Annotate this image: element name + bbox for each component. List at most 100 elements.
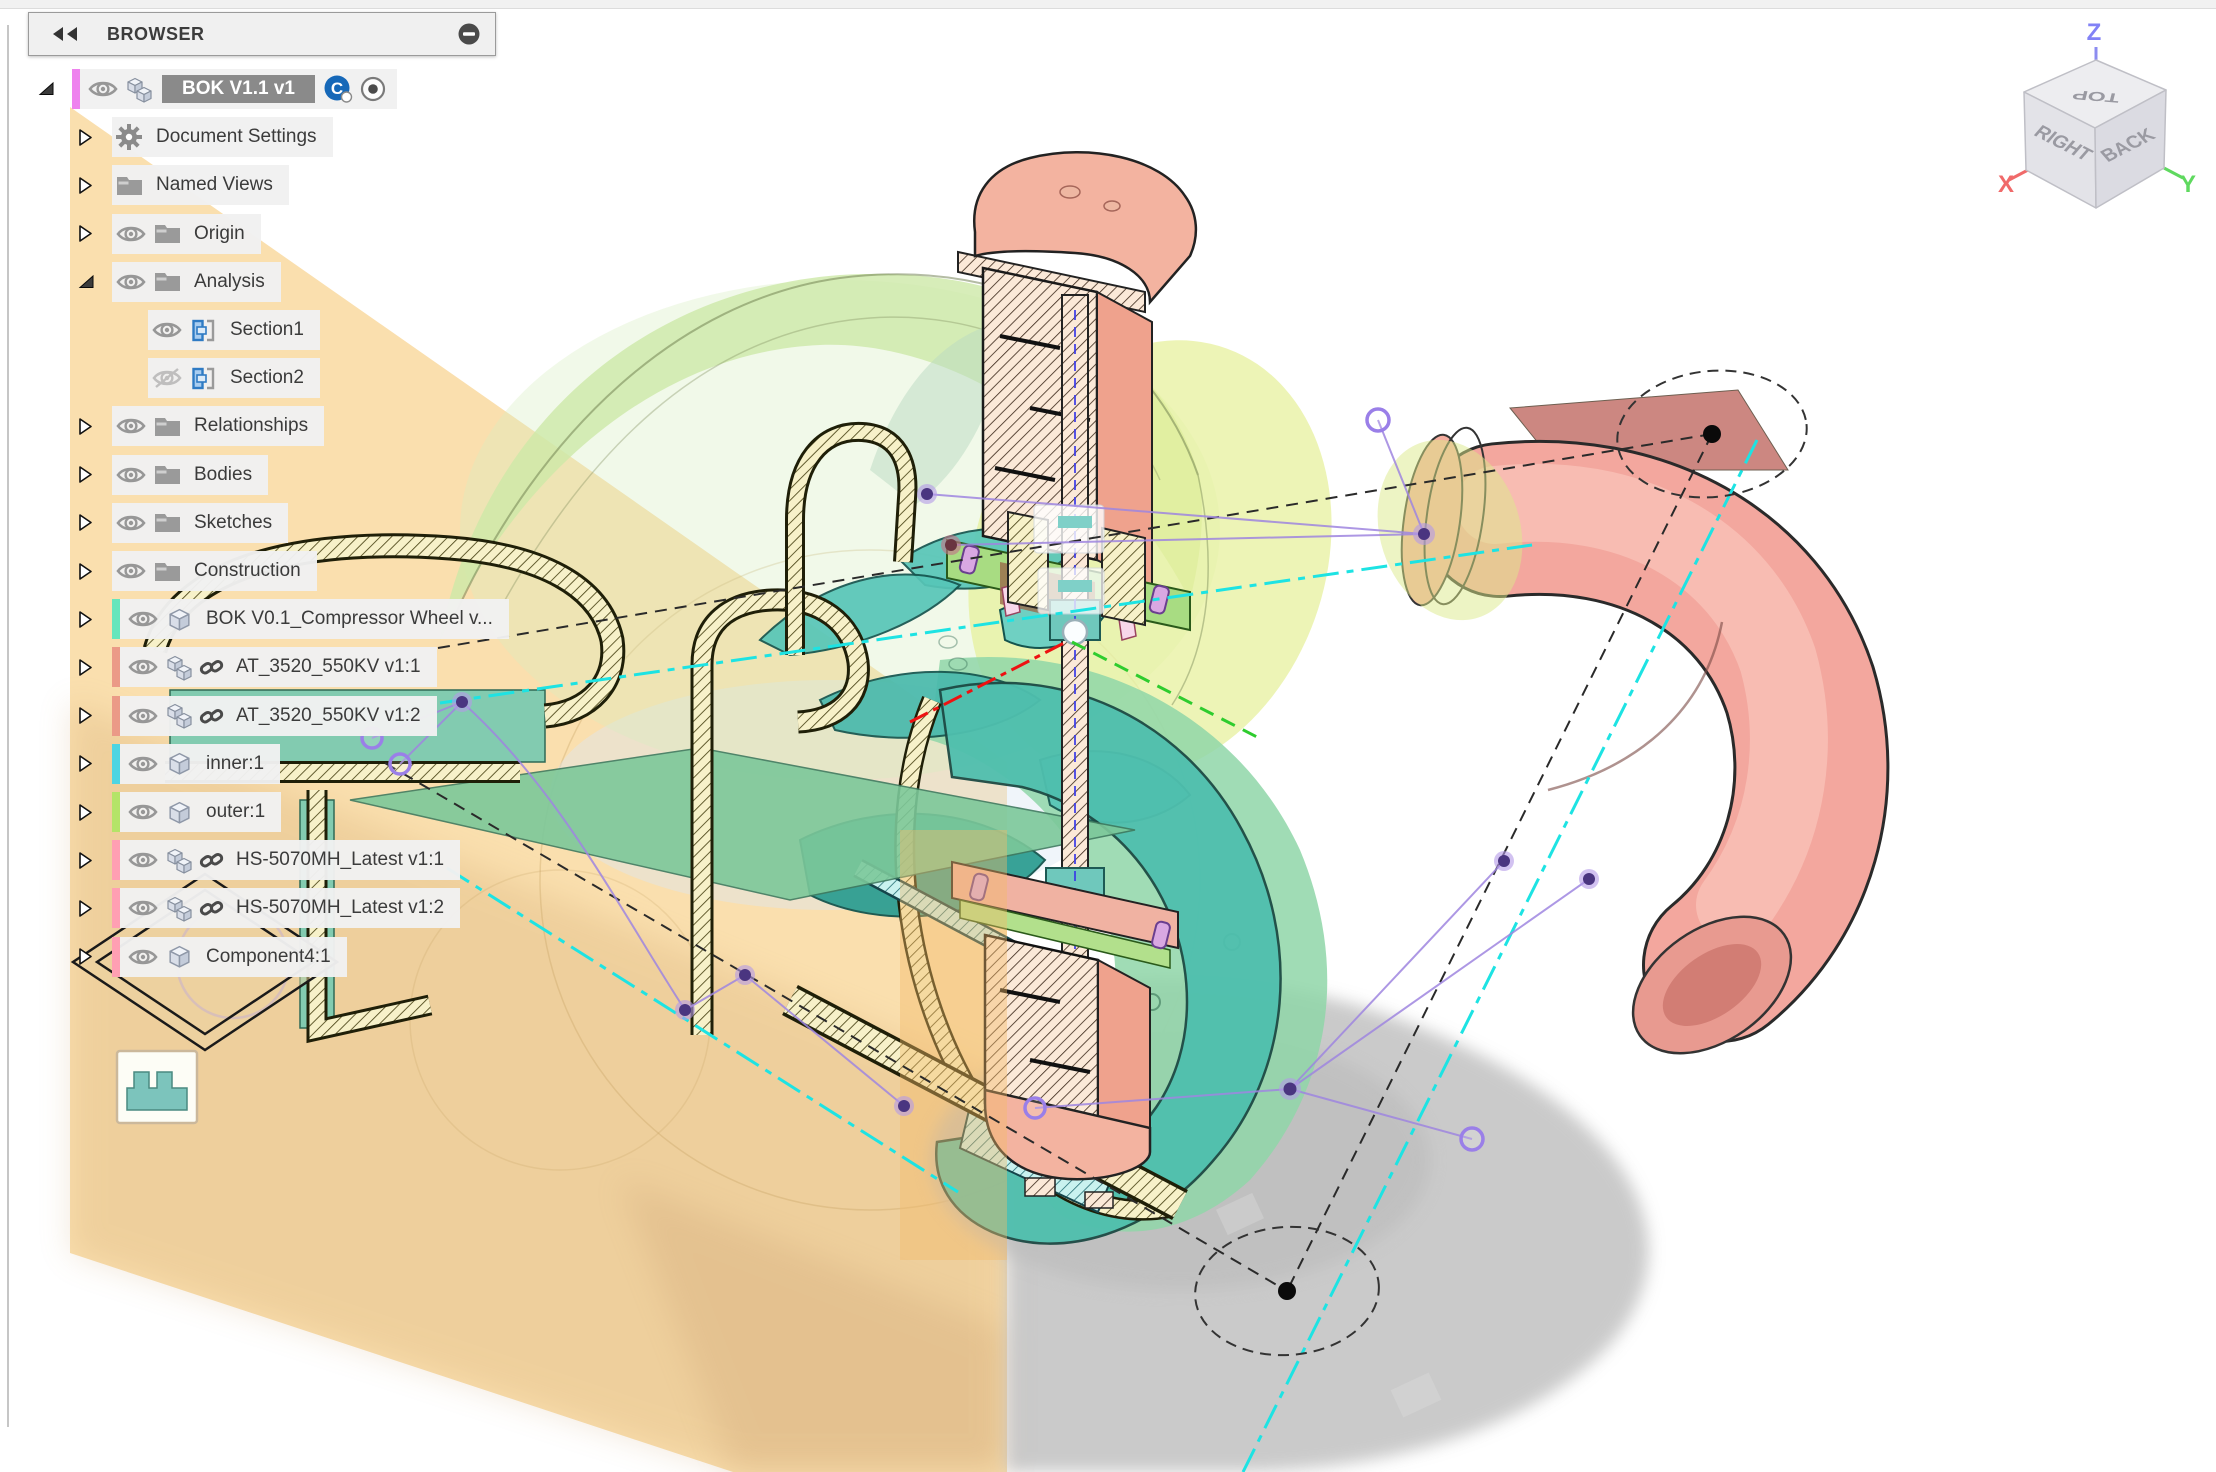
tree-item-label: Construction: [184, 560, 317, 582]
root-node-label[interactable]: BOK V1.1 v1: [162, 75, 315, 103]
visibility-icon[interactable]: [112, 271, 150, 293]
visibility-icon[interactable]: [124, 801, 162, 823]
visibility-icon[interactable]: [124, 897, 162, 919]
expand-node-icon[interactable]: [78, 947, 112, 966]
expand-node-icon[interactable]: [78, 658, 112, 677]
tree-row-at-3520-550kv-v1-1[interactable]: AT_3520_550KV v1:1: [0, 647, 437, 687]
expand-node-icon[interactable]: [78, 899, 112, 918]
link-icon: [196, 655, 226, 679]
tree-row-bg[interactable]: outer:1: [112, 792, 281, 832]
tree-row-bg[interactable]: Analysis: [112, 262, 281, 302]
control-point-open: [1367, 409, 1389, 431]
tree-row-bg[interactable]: Bodies: [112, 455, 268, 495]
expand-node-icon[interactable]: [78, 803, 112, 822]
tree-row-bg[interactable]: Origin: [112, 214, 261, 254]
tree-row-bok-v1-1-v1[interactable]: BOK V1.1 v1 C: [0, 69, 397, 109]
tree-row-bg[interactable]: Sketches: [112, 503, 288, 543]
component-color-bar: [112, 792, 120, 832]
tree-row-bok-v0-1-compressor-wheel-v[interactable]: BOK V0.1_Compressor Wheel v...: [0, 599, 509, 639]
expand-node-icon[interactable]: [78, 465, 112, 484]
tree-row-hs-5070mh-latest-v1-1[interactable]: HS-5070MH_Latest v1:1: [0, 840, 460, 880]
visibility-icon[interactable]: [124, 849, 162, 871]
expand-node-icon[interactable]: [78, 610, 112, 629]
visibility-icon[interactable]: [124, 705, 162, 727]
tree-row-origin[interactable]: Origin: [0, 214, 261, 254]
tree-row-section1[interactable]: Section1: [0, 310, 320, 350]
tree-row-bg[interactable]: Section2: [148, 358, 320, 398]
circle-center-point: [1278, 1282, 1296, 1300]
tree-item-label: HS-5070MH_Latest v1:1: [226, 849, 460, 871]
folder-icon: [150, 416, 184, 437]
collapse-node-icon[interactable]: [78, 274, 112, 290]
tree-row-bg[interactable]: Construction: [112, 551, 317, 591]
tree-row-construction[interactable]: Construction: [0, 551, 317, 591]
exhaust-pipe[interactable]: [1355, 390, 1816, 1081]
visibility-icon[interactable]: [124, 608, 162, 630]
tree-item-label: Named Views: [146, 174, 289, 196]
visibility-off-icon[interactable]: [148, 367, 186, 389]
tree-row-bodies[interactable]: Bodies: [0, 455, 268, 495]
control-point-filled: [941, 535, 961, 555]
expand-node-icon[interactable]: [78, 128, 112, 147]
plane-front-tint: [900, 830, 1007, 1260]
expand-node-icon[interactable]: [78, 417, 112, 436]
active-component-radio[interactable]: [359, 75, 387, 103]
tree-row-bg[interactable]: HS-5070MH_Latest v1:1: [112, 840, 460, 880]
collapse-node-icon[interactable]: [38, 81, 72, 97]
tree-row-analysis[interactable]: Analysis: [0, 262, 281, 302]
expand-node-icon[interactable]: [78, 851, 112, 870]
tree-item-label: Origin: [184, 223, 261, 245]
expand-node-icon[interactable]: [78, 176, 112, 195]
visibility-icon[interactable]: [84, 78, 122, 100]
tree-row-bg[interactable]: HS-5070MH_Latest v1:2: [112, 888, 460, 928]
expand-node-icon[interactable]: [78, 562, 112, 581]
visibility-icon[interactable]: [112, 464, 150, 486]
tree-row-sketches[interactable]: Sketches: [0, 503, 288, 543]
section-manipulator-chip[interactable]: [117, 1051, 197, 1123]
tree-row-bg[interactable]: BOK V0.1_Compressor Wheel v...: [112, 599, 509, 639]
tree-row-hs-5070mh-latest-v1-2[interactable]: HS-5070MH_Latest v1:2: [0, 888, 460, 928]
visibility-icon[interactable]: [148, 319, 186, 341]
expand-node-icon[interactable]: [78, 754, 112, 773]
tree-row-inner-1[interactable]: inner:1: [0, 744, 280, 784]
tree-row-component4-1[interactable]: Component4:1: [0, 937, 347, 977]
origin-sphere[interactable]: [1063, 620, 1087, 644]
tree-row-document-settings[interactable]: Document Settings: [0, 117, 333, 157]
view-cube[interactable]: Z TOP RIGHT BACK X Y: [1956, 8, 2216, 248]
visibility-icon[interactable]: [112, 512, 150, 534]
link-icon: [196, 704, 226, 728]
cloud-sync-badge[interactable]: C: [323, 74, 355, 104]
component-color-bar: [112, 647, 120, 687]
tree-row-relationships[interactable]: Relationships: [0, 406, 324, 446]
tree-row-bg[interactable]: Relationships: [112, 406, 324, 446]
visibility-icon[interactable]: [112, 415, 150, 437]
tree-row-bg[interactable]: Document Settings: [112, 117, 333, 157]
tree-row-outer-1[interactable]: outer:1: [0, 792, 281, 832]
tree-row-bg[interactable]: AT_3520_550KV v1:1: [112, 647, 437, 687]
visibility-icon[interactable]: [124, 656, 162, 678]
tree-item-label: Section1: [220, 319, 320, 341]
tree-row-bg[interactable]: AT_3520_550KV v1:2: [112, 696, 437, 736]
tree-row-named-views[interactable]: Named Views: [0, 165, 289, 205]
tree-row-at-3520-550kv-v1-2[interactable]: AT_3520_550KV v1:2: [0, 696, 437, 736]
tree-item-label: BOK V0.1_Compressor Wheel v...: [196, 608, 509, 630]
tree-item-label: HS-5070MH_Latest v1:2: [226, 897, 460, 919]
tree-row-bg[interactable]: inner:1: [112, 744, 280, 784]
tree-row-bg[interactable]: Named Views: [112, 165, 289, 205]
visibility-icon[interactable]: [112, 560, 150, 582]
folder-icon: [150, 271, 184, 292]
visibility-icon[interactable]: [124, 946, 162, 968]
expand-node-icon[interactable]: [78, 513, 112, 532]
tree-item-label: inner:1: [196, 753, 280, 775]
tree-row-bg[interactable]: Section1: [148, 310, 320, 350]
tree-row-bg[interactable]: BOK V1.1 v1 C: [72, 69, 397, 109]
tree-item-label: Analysis: [184, 271, 281, 293]
tree-row-section2[interactable]: Section2: [0, 358, 320, 398]
expand-node-icon[interactable]: [78, 706, 112, 725]
tree-row-bg[interactable]: Component4:1: [112, 937, 347, 977]
component-color-bar: [112, 888, 120, 928]
expand-node-icon[interactable]: [78, 224, 112, 243]
visibility-icon[interactable]: [124, 753, 162, 775]
visibility-icon[interactable]: [112, 223, 150, 245]
component-color-bar: [112, 599, 120, 639]
